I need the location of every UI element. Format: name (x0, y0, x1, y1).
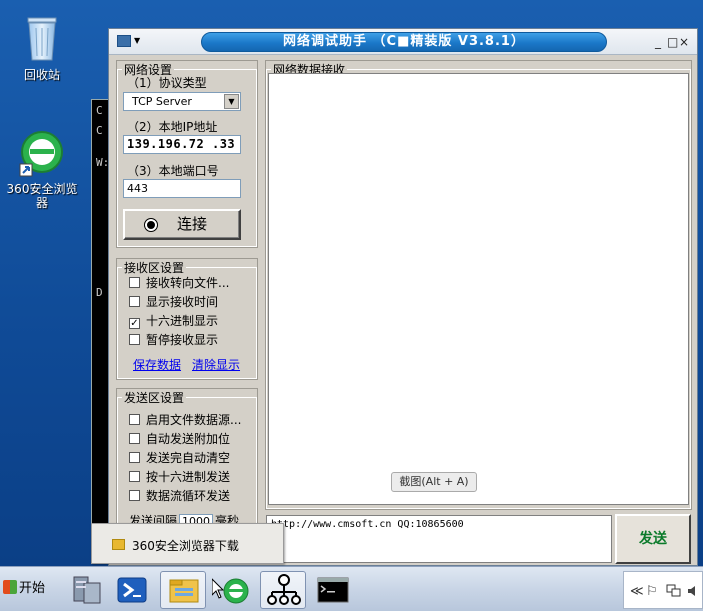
desktop-icon-label: 360安全浏览器 (6, 182, 78, 210)
checkbox[interactable] (129, 277, 140, 288)
taskbar-server-manager[interactable] (66, 571, 106, 609)
recv-option-to-file[interactable]: 接收转向文件... (129, 274, 229, 291)
send-data-textarea[interactable]: http://www.cmsoft.cn QQ:10865600 (266, 515, 612, 563)
desktop-icon-360-browser[interactable]: 360安全浏览器 (2, 128, 82, 210)
option-label: 十六进制显示 (146, 314, 219, 328)
windows-flag-icon (3, 580, 17, 594)
tray-expand-icon[interactable]: ≪ (630, 584, 644, 599)
option-label: 数据流循环发送 (146, 489, 231, 503)
command-prompt-icon (317, 577, 349, 603)
protocol-label: （1）协议类型 (127, 76, 207, 90)
connect-button-label: 连接 (177, 215, 208, 233)
taskbar-popup-360-download[interactable]: 360安全浏览器下载 (91, 523, 284, 564)
taskbar-360-browser[interactable] (211, 571, 254, 609)
option-label: 自动发送附加位 (146, 432, 231, 446)
network-tray-icon[interactable] (666, 584, 682, 598)
folder-icon (112, 539, 125, 550)
network-topology-icon (267, 574, 301, 605)
taskbar: 开始 ≪ ⚐ (0, 566, 703, 611)
option-label: 显示接收时间 (146, 295, 219, 309)
port-label: （3）本地端口号 (127, 164, 219, 178)
send-settings-legend: 发送区设置 (124, 391, 185, 405)
option-label: 按十六进制发送 (146, 470, 231, 484)
taskbar-command-prompt[interactable] (312, 571, 354, 609)
taskbar-net-assistant[interactable] (260, 571, 306, 609)
checkbox[interactable] (129, 452, 140, 463)
save-data-link[interactable]: 保存数据 (133, 356, 181, 373)
protocol-select[interactable]: TCP Server ▼ (123, 92, 241, 111)
checkbox[interactable] (129, 490, 140, 501)
option-label: 接收转向文件... (146, 276, 230, 290)
option-label: 发送完自动清空 (146, 451, 231, 465)
file-explorer-icon (169, 579, 199, 603)
send-option-append[interactable]: 自动发送附加位 (129, 430, 230, 447)
server-manager-icon (73, 576, 101, 604)
desktop-icon-label: 回收站 (23, 68, 60, 82)
title-bar[interactable]: ▼ 网络调试助手 （C■精装版 V3.8.1） _□× (109, 29, 697, 55)
taskbar-file-explorer[interactable] (160, 571, 206, 609)
powershell-icon (117, 577, 147, 603)
minimize-button[interactable]: _ (655, 35, 667, 49)
console-char: D (96, 286, 103, 299)
chevron-down-icon: ▼ (134, 36, 141, 45)
system-tray: ≪ ⚐ (623, 571, 703, 609)
checkbox[interactable] (129, 296, 140, 307)
checkbox-checked[interactable]: ✓ (129, 318, 140, 329)
console-char: C (96, 104, 103, 117)
console-char: C (96, 124, 103, 137)
recv-option-show-time[interactable]: 显示接收时间 (129, 293, 218, 310)
send-option-hex[interactable]: 按十六进制发送 (129, 468, 230, 485)
chevron-down-icon[interactable]: ▼ (224, 94, 239, 109)
checkbox[interactable] (129, 433, 140, 444)
recv-option-pause[interactable]: 暂停接收显示 (129, 331, 218, 348)
desktop-icon-recycle-bin[interactable]: 回收站 (2, 14, 82, 82)
option-label: 启用文件数据源... (146, 413, 242, 427)
start-label: 开始 (19, 581, 46, 596)
connection-status-icon (144, 218, 158, 232)
option-label: 暂停接收显示 (146, 333, 219, 347)
360-browser-icon (19, 131, 63, 177)
start-button[interactable]: 开始 (3, 576, 51, 602)
window-title: 网络调试助手 （C■精装版 V3.8.1） (201, 32, 607, 52)
window-controls: _□× (655, 35, 691, 49)
close-button[interactable]: × (679, 35, 691, 49)
app-icon (117, 35, 131, 47)
send-option-loop[interactable]: 数据流循环发送 (129, 487, 230, 504)
protocol-select-value: TCP Server (132, 95, 192, 108)
checkbox[interactable] (129, 471, 140, 482)
ip-label: （2）本地IP地址 (127, 120, 218, 134)
checkbox[interactable] (129, 414, 140, 425)
send-option-file-source[interactable]: 启用文件数据源... (129, 411, 241, 428)
send-option-auto-clear[interactable]: 发送完自动清空 (129, 449, 230, 466)
360-browser-icon (211, 577, 249, 604)
clear-display-link[interactable]: 清除显示 (192, 356, 240, 373)
checkbox[interactable] (129, 334, 140, 345)
taskbar-powershell[interactable] (112, 571, 152, 609)
maximize-button[interactable]: □ (667, 35, 679, 49)
volume-tray-icon[interactable] (686, 584, 700, 598)
screenshot-button[interactable]: 截图(Alt + A) (391, 472, 477, 492)
taskbar-popup-label: 360安全浏览器下载 (132, 539, 239, 553)
recv-option-hex-display[interactable]: ✓ 十六进制显示 (129, 312, 218, 329)
port-field[interactable]: 443 (123, 179, 241, 198)
net-assistant-window: ▼ 网络调试助手 （C■精装版 V3.8.1） _□× 网络设置 （1）协议类型… (108, 28, 698, 566)
system-menu[interactable]: ▼ (117, 35, 145, 49)
tray-flag-icon[interactable]: ⚐ (646, 584, 658, 599)
recycle-bin-icon (27, 17, 57, 61)
send-button[interactable]: 发送 (615, 514, 691, 564)
recv-data-textarea[interactable] (268, 73, 689, 505)
ip-address-field[interactable]: 139.196.72 .33 (123, 135, 241, 154)
connect-button[interactable]: 连接 (123, 209, 241, 240)
